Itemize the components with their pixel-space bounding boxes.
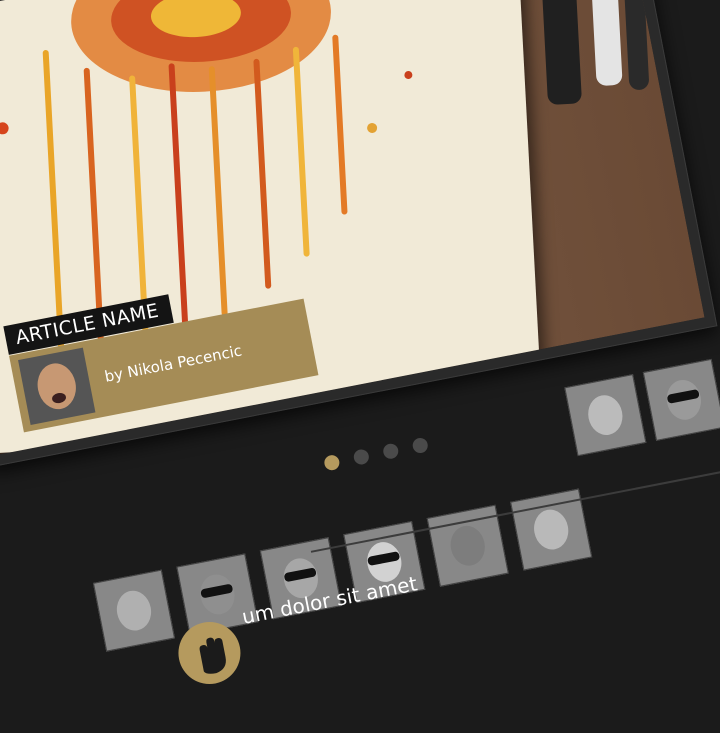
hand-icon[interactable] (173, 616, 246, 690)
author-name[interactable]: by Nikola Pecencic (103, 341, 243, 385)
face-shape (33, 360, 80, 413)
paint-splatter (404, 70, 413, 80)
paint-splatter (366, 122, 378, 134)
thumbnail-9[interactable] (510, 488, 593, 571)
thumbnail-face (113, 587, 155, 634)
thumbnail-4[interactable] (92, 569, 176, 652)
paint-splatter (0, 122, 9, 135)
content-stage: ARTICLE NAME by Nikola Pecencic um dolor… (0, 0, 720, 690)
paint-drip (253, 58, 272, 289)
paint-drip (292, 46, 310, 257)
author-avatar[interactable] (18, 347, 96, 425)
pager-dot-3[interactable] (381, 442, 400, 461)
paint-drip (168, 63, 190, 354)
thumbnail-2[interactable] (642, 358, 720, 441)
thumbnail-8[interactable] (426, 504, 509, 587)
thumbnail-face (530, 506, 572, 553)
thumbnail-face (584, 392, 626, 439)
pager-dot-4[interactable] (411, 436, 430, 455)
paint-drip (208, 66, 228, 317)
pager-dot-2[interactable] (352, 448, 371, 466)
pager-dot-1[interactable] (323, 453, 341, 472)
thumbnail-face (447, 522, 489, 569)
paint-drip (129, 75, 149, 336)
thumbnail-1[interactable] (564, 374, 647, 457)
paint-drip (332, 34, 348, 215)
